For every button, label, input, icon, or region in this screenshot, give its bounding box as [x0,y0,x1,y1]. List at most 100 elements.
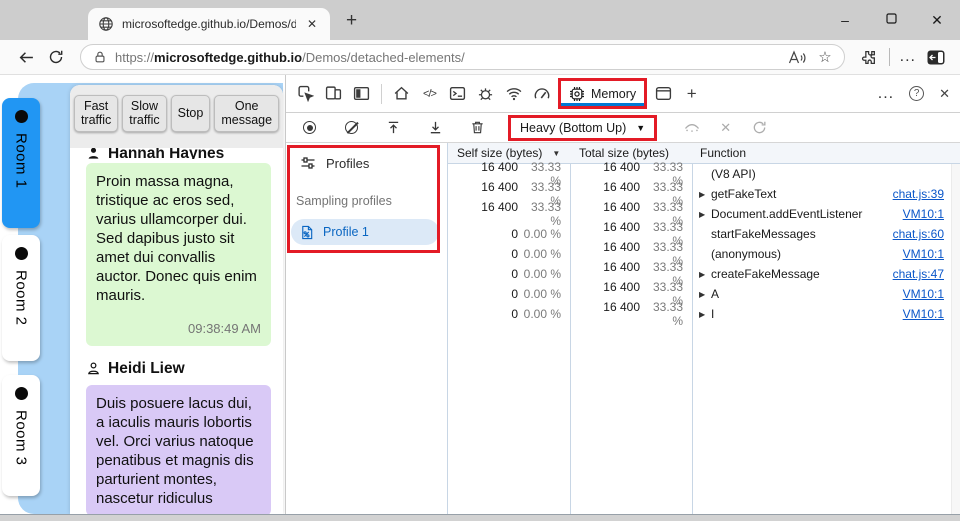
globe-favicon-icon [98,16,114,32]
traffic-controls: Fast traffic Slow traffic Stop One messa… [70,85,283,148]
chevron-down-icon: ▼ [636,122,646,133]
refresh-disabled-icon[interactable] [746,114,773,141]
favorites-star-icon[interactable]: ☆ [818,48,831,66]
tab-close-icon[interactable]: ✕ [304,17,320,31]
message-author: Heidi Liew [108,359,185,377]
inspect-view-eye-icon[interactable] [678,114,705,141]
message-text: Proin massa magna, tristique ac eros sed… [96,172,257,304]
column-header-self-size[interactable]: Self size (bytes) ▼ [448,146,570,160]
room-tab-2[interactable]: Room 2 [2,235,40,361]
toolbar-divider [888,48,890,66]
maximize-button[interactable] [868,13,914,27]
expand-chevron-icon[interactable]: ▶ [699,190,711,199]
column-header-function[interactable]: Function [692,146,960,160]
tune-sliders-icon [300,155,316,171]
welcome-home-icon[interactable] [388,80,415,107]
source-link[interactable]: VM10:1 [903,287,960,301]
help-icon[interactable]: ? [909,86,925,101]
source-link[interactable]: VM10:1 [903,247,960,261]
inspect-element-icon[interactable] [292,80,319,107]
source-link[interactable]: chat.js:39 [893,187,960,201]
table-row[interactable]: 0 0.00 % 16 400 33.33 % ▶ A VM10:1 [448,280,960,308]
expand-chevron-icon[interactable]: ▶ [699,270,711,279]
profiles-header[interactable]: Profiles [300,155,447,171]
expand-chevron-icon[interactable]: ▶ [699,310,711,319]
source-link[interactable]: VM10:1 [903,307,960,321]
devtools-tabbar: </> Memory + ... ? ✕ [286,75,960,113]
minimize-button[interactable]: – [822,12,868,28]
expand-chevron-icon[interactable]: ▶ [699,290,711,299]
close-devtools-icon[interactable]: ✕ [939,86,950,102]
source-link[interactable]: chat.js:60 [893,227,960,241]
read-aloud-icon[interactable] [788,49,806,65]
message-author: Hannah Haynes [108,147,225,159]
room-tab-1[interactable]: Room 1 [2,98,40,228]
table-row[interactable]: 0 0.00 % 16 400 33.33 % startFakeMessages c… [448,220,960,248]
table-row[interactable]: 0 0.00 % 16 400 33.33 % ▶ I VM10:1 [448,300,960,328]
avatar-icon [86,148,101,159]
save-profile-icon[interactable] [422,114,449,141]
delete-profile-icon[interactable] [464,114,491,141]
browser-window: microsoftedge.github.io/Demos/d ✕ + – ✕ … [0,0,960,521]
browser-tab[interactable]: microsoftedge.github.io/Demos/d ✕ [88,8,330,40]
extensions-puzzle-icon[interactable] [859,47,879,67]
address-bar: https://microsoftedge.github.io/Demos/de… [0,40,960,75]
table-row[interactable]: 0 0.00 % 16 400 33.33 % ▶ createFakeMessage… [448,260,960,288]
profiles-header-label: Profiles [326,155,370,171]
close-window-button[interactable]: ✕ [914,12,960,29]
sampling-profile-doc-icon [300,225,314,240]
profile-view-select[interactable]: Heavy (Bottom Up) ▼ [508,114,658,141]
memory-tab-label: Memory [591,86,637,101]
one-message-button[interactable]: One message [214,95,280,132]
url-field[interactable]: https://microsoftedge.github.io/Demos/de… [80,44,845,70]
source-link[interactable]: VM10:1 [903,207,960,221]
slow-traffic-button[interactable]: Slow traffic [122,95,167,132]
elements-code-icon[interactable]: </> [416,80,443,107]
source-link[interactable]: chat.js:47 [893,267,960,281]
memory-chip-icon [569,86,585,102]
message-bubble: Proin massa magna, tristique ac eros sed… [86,162,271,346]
sampling-profiles-label: Sampling profiles [296,194,392,208]
room-label: Room 1 [12,133,30,189]
performance-gauge-icon[interactable] [528,80,555,107]
sort-descending-icon: ▼ [552,148,561,158]
clear-profiles-icon[interactable] [338,114,365,141]
profile-view-value: Heavy (Bottom Up) [520,120,627,135]
devtools-more-icon[interactable]: ... [878,85,894,103]
profile-item-label: Profile 1 [323,225,369,239]
column-header-total-size[interactable]: Total size (bytes) [570,146,692,160]
clear-selection-icon[interactable]: ✕ [720,120,731,136]
device-emulation-icon[interactable] [320,80,347,107]
fast-traffic-button[interactable]: Fast traffic [73,95,119,132]
back-icon[interactable] [16,47,36,67]
profile-item-1[interactable]: Profile 1 [291,219,439,245]
message-list: Hannah Haynes Proin massa magna, tristiq… [70,148,283,514]
stop-button[interactable]: Stop [170,95,211,132]
layout-panel-icon[interactable] [650,80,677,107]
tab-memory[interactable]: Memory [558,78,648,109]
tabbar-divider [381,83,382,104]
profiles-pane: Profiles Sampling profiles Profile 1 [286,143,447,514]
message-timestamp: 09:38:49 AM [188,320,261,336]
record-profile-icon[interactable] [296,114,323,141]
new-tab-button[interactable]: + [346,10,357,32]
message-text: Duis posuere lacus dui, a iaculis mauris… [96,394,254,507]
room-tab-3[interactable]: Room 3 [2,375,40,496]
table-row[interactable]: 0 0.00 % 16 400 33.33 % (anonymous) VM10:1 [448,240,960,268]
console-icon[interactable] [444,80,471,107]
more-tools-plus-icon[interactable]: + [678,80,705,107]
expand-chevron-icon[interactable]: ▶ [699,210,711,219]
message-bubble: Duis posuere lacus dui, a iaculis mauris… [86,384,271,514]
load-profile-icon[interactable] [380,114,407,141]
settings-more-icon[interactable]: ... [900,48,916,66]
table-row[interactable]: 16 400 33.33 % 16 400 33.33 % ▶ Document.ad… [448,200,960,228]
refresh-icon[interactable] [46,47,66,67]
room-status-dot [14,387,28,400]
network-wifi-icon[interactable] [500,80,527,107]
room-label: Room 2 [12,270,30,326]
room-label: Room 3 [12,410,30,466]
dock-side-icon[interactable] [348,80,375,107]
sidebar-toggle-icon[interactable] [926,47,946,67]
debugger-bug-icon[interactable] [472,80,499,107]
titlebar: microsoftedge.github.io/Demos/d ✕ + – ✕ [0,0,960,40]
